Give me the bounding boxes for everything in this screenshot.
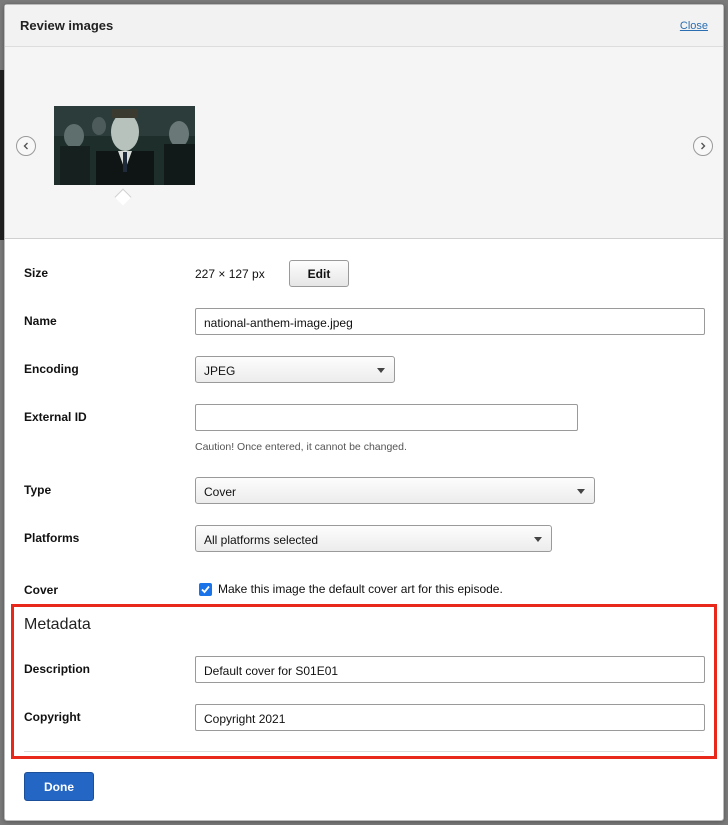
dropdown-caret-icon — [534, 537, 542, 542]
external-id-caution: Caution! Once entered, it cannot be chan… — [195, 441, 407, 453]
footer-divider — [24, 751, 704, 752]
dropdown-caret-icon — [577, 489, 585, 494]
description-field[interactable]: Default cover for S01E01 — [195, 656, 705, 683]
platforms-select[interactable]: All platforms selected — [195, 525, 552, 552]
carousel-next-button[interactable] — [693, 136, 713, 156]
platforms-value: All platforms selected — [204, 533, 319, 547]
cover-checkbox[interactable] — [199, 583, 212, 596]
image-carousel — [5, 47, 723, 239]
copyright-field[interactable]: Copyright 2021 — [195, 704, 705, 731]
external-id-field[interactable] — [195, 404, 578, 431]
cover-label: Cover — [24, 583, 59, 597]
type-label: Type — [24, 483, 52, 497]
dropdown-caret-icon — [377, 368, 385, 373]
encoding-select[interactable]: JPEG — [195, 356, 395, 383]
type-select[interactable]: Cover — [195, 477, 595, 504]
encoding-label: Encoding — [24, 362, 79, 376]
name-field[interactable]: national-anthem-image.jpeg — [195, 308, 705, 335]
platforms-label: Platforms — [24, 531, 80, 545]
thumbnail-image — [54, 106, 195, 185]
chevron-left-icon — [23, 142, 28, 150]
checkmark-icon — [201, 585, 210, 594]
review-images-dialog: Review images Close Size 227 × 127 px Ed… — [4, 4, 724, 821]
metadata-title: Metadata — [24, 616, 91, 633]
size-label: Size — [24, 266, 49, 280]
type-value: Cover — [204, 485, 237, 499]
carousel-prev-button[interactable] — [16, 136, 36, 156]
copyright-label: Copyright — [24, 710, 81, 724]
name-label: Name — [24, 314, 57, 328]
close-link[interactable]: Close — [680, 20, 708, 32]
edit-button[interactable]: Edit — [289, 260, 349, 287]
image-thumbnail[interactable] — [54, 106, 195, 185]
chevron-right-icon — [701, 142, 706, 150]
description-label: Description — [24, 662, 91, 676]
cover-checkbox-text: Make this image the default cover art fo… — [218, 582, 503, 596]
dialog-header: Review images Close — [5, 5, 723, 47]
size-value: 227 × 127 px — [195, 267, 265, 281]
encoding-value: JPEG — [204, 364, 236, 378]
external-id-label: External ID — [24, 410, 87, 424]
done-button[interactable]: Done — [24, 772, 94, 801]
dialog-title: Review images — [20, 18, 114, 33]
